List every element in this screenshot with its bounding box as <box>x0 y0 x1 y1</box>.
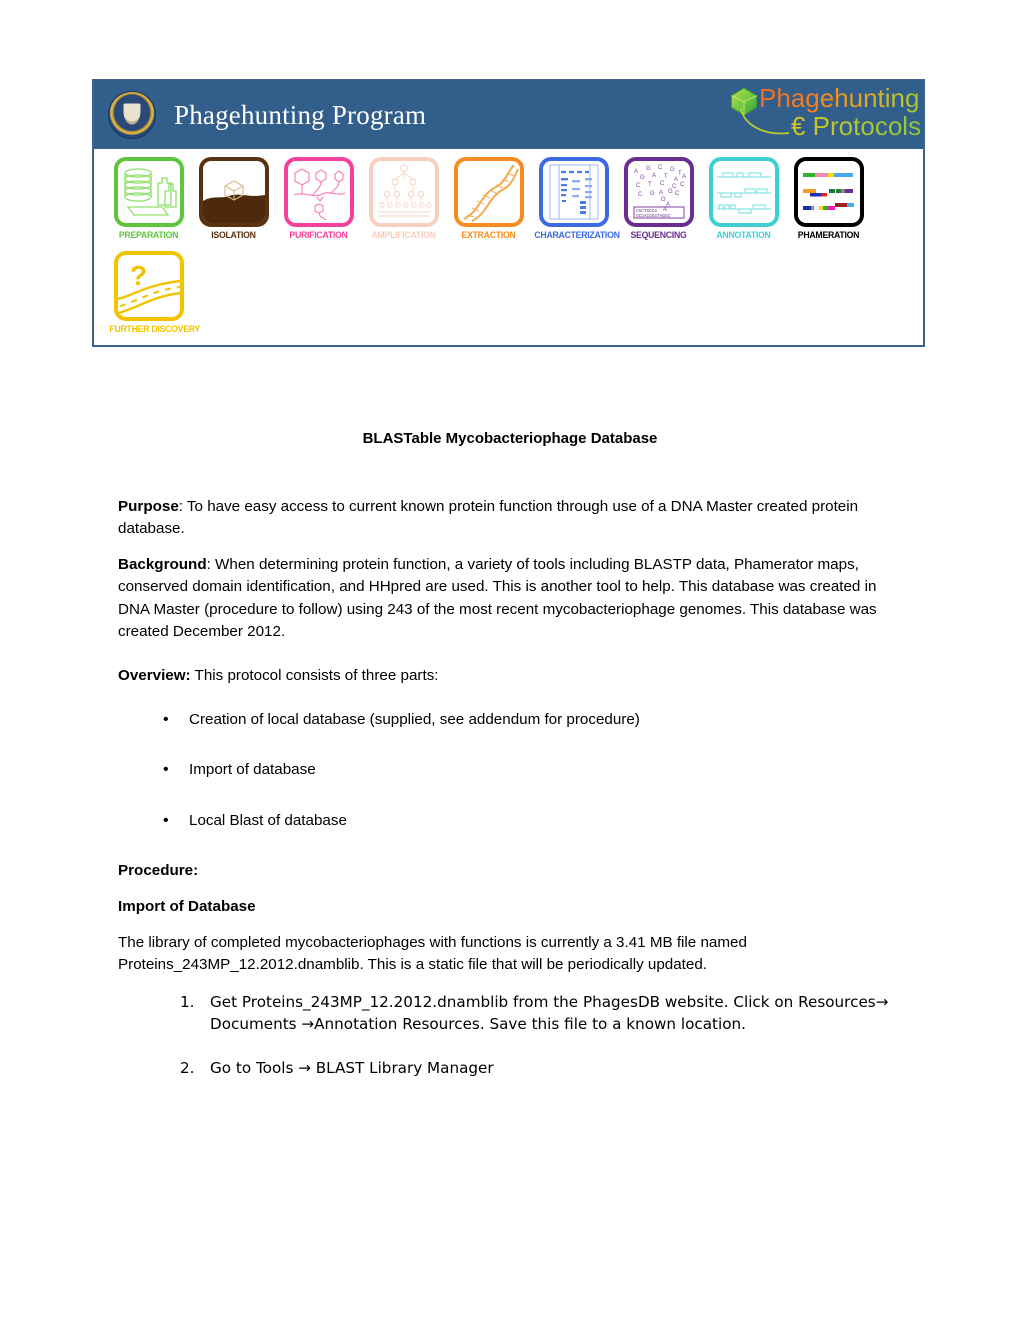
page-title: BLASTable Mycobacteriophage Database <box>362 430 658 447</box>
overview-paragraph: Overview: This protocol consists of thre… <box>118 665 902 687</box>
import-heading: Import of Database <box>118 896 902 918</box>
svg-text:G: G <box>646 166 651 172</box>
stage-characterization[interactable]: CHARACTERIZATION <box>531 157 620 241</box>
stage-label-isolation: ISOLATION <box>211 230 256 241</box>
stage-purification[interactable]: PURIFICATION <box>276 157 361 241</box>
purpose-paragraph: Purpose: To have easy access to current … <box>118 496 902 540</box>
svg-text:C: C <box>636 183 641 189</box>
svg-text:C: C <box>658 165 663 171</box>
gel-electrophoresis-icon <box>538 157 609 227</box>
svg-text:?: ? <box>130 260 147 291</box>
stage-label-purification: PURIFICATION <box>289 230 348 241</box>
stage-row-2: ? FURTHER DISCOVERY <box>106 251 923 335</box>
svg-text:C: C <box>672 184 677 190</box>
overview-text: This protocol consists of three parts: <box>190 667 439 685</box>
procedure-heading: Procedure: <box>118 860 902 882</box>
svg-text:C: C <box>675 191 680 197</box>
background-text: : When determining protein function, a v… <box>118 556 877 640</box>
list-item: Go to Tools → BLAST Library Manager <box>180 1057 494 1079</box>
import-heading-text: Import of Database <box>118 897 256 915</box>
stage-extraction[interactable]: EXTRACTION <box>446 157 531 241</box>
stage-preparation[interactable]: PREPARATION <box>106 157 191 241</box>
banner-title: Phagehunting Program <box>174 99 427 130</box>
svg-text:T: T <box>664 174 668 180</box>
background-label: Background <box>118 556 207 574</box>
stage-further-discovery[interactable]: ? FURTHER DISCOVERY <box>106 251 201 335</box>
stage-label-extraction: EXTRACTION <box>461 230 516 241</box>
phage-multiplication-icon <box>368 157 439 227</box>
phagehunting-protocols-logo: Phagehunting € Protocols <box>717 83 921 146</box>
phage-particles-icon <box>283 157 354 227</box>
svg-text:A: A <box>663 207 667 213</box>
protocol-stage-strip: PREPARATION ISOLATION PURIFICATION AMPLI… <box>94 149 923 345</box>
svg-text:A: A <box>652 173 656 179</box>
dna-helix-icon <box>453 157 524 227</box>
stage-sequencing[interactable]: AGC GT GAT AA CTC CC CGA GC GAA CGCTGCCG… <box>616 157 701 241</box>
svg-text:T: T <box>648 182 652 188</box>
svg-text:C: C <box>660 181 665 187</box>
stage-label-preparation: PREPARATION <box>118 230 179 241</box>
stage-label-sequencing: SEQUENCING <box>630 230 687 241</box>
procedure-heading-text: Procedure: <box>118 861 199 879</box>
library-paragraph: The library of completed mycobacteriopha… <box>118 934 747 974</box>
background-paragraph: Background: When determining protein fun… <box>118 554 902 643</box>
logo-line-protocols: € Protocols <box>791 111 922 141</box>
petri-dish-stack-icon <box>113 157 184 227</box>
list-item: Import of database <box>163 758 902 782</box>
list-item: Local Blast of database <box>163 809 902 833</box>
university-seal-icon <box>108 91 156 139</box>
banner-header-bar: Phagehunting Program Phagehunting € Prot… <box>94 81 923 149</box>
soil-phage-icon <box>198 157 269 227</box>
overview-label: Overview: <box>118 667 191 685</box>
svg-text:A: A <box>634 169 638 175</box>
stage-label-annotation: ANNOTATION <box>716 230 771 241</box>
question-road-icon: ? <box>113 251 184 321</box>
genome-tracks-icon <box>708 157 779 227</box>
document-body: BLASTable Mycobacteriophage Database Pur… <box>118 420 902 1101</box>
stage-label-phameration: PHAMERATION <box>797 230 860 241</box>
purpose-label: Purpose <box>118 497 179 515</box>
stage-label-amplification: AMPLIFICATION <box>371 230 436 241</box>
stage-isolation[interactable]: ISOLATION <box>191 157 276 241</box>
svg-text:A: A <box>674 177 678 183</box>
svg-text:A: A <box>682 174 686 180</box>
svg-text:G: G <box>640 175 645 181</box>
purpose-text: : To have easy access to current known p… <box>118 497 859 538</box>
stage-phameration[interactable]: PHAMERATION <box>786 157 871 241</box>
stage-label-characterization: CHARACTERIZATION <box>534 230 620 241</box>
phamerator-map-icon <box>793 157 864 227</box>
svg-text:C: C <box>638 192 643 198</box>
logo-line-phagehunting: Phagehunting <box>759 83 920 113</box>
svg-text:G: G <box>668 189 673 195</box>
stage-annotation[interactable]: ANNOTATION <box>701 157 786 241</box>
list-item: Creation of local database (supplied, se… <box>163 708 902 732</box>
phagehunting-banner: Phagehunting Program Phagehunting € Prot… <box>92 79 925 347</box>
svg-text:C: C <box>680 182 685 188</box>
stage-row-1: PREPARATION ISOLATION PURIFICATION AMPLI… <box>106 157 923 241</box>
list-item: Get Proteins_243MP_12.2012.dnamblib from… <box>180 991 889 1033</box>
svg-text:GCGACGGGTAGGC: GCGACGGGTAGGC <box>636 214 671 219</box>
stage-label-further-discovery: FURTHER DISCOVERY <box>109 324 201 335</box>
procedure-step-list: Get Proteins_243MP_12.2012.dnamblib from… <box>118 991 902 1080</box>
svg-text:G: G <box>670 167 675 173</box>
stage-amplification[interactable]: AMPLIFICATION <box>361 157 446 241</box>
svg-text:A: A <box>659 190 663 196</box>
dna-bases-icon: AGC GT GAT AA CTC CC CGA GC GAA CGCTGCCG… <box>623 157 694 227</box>
svg-text:G: G <box>650 191 655 197</box>
overview-bullet-list: Creation of local database (supplied, se… <box>118 708 902 833</box>
